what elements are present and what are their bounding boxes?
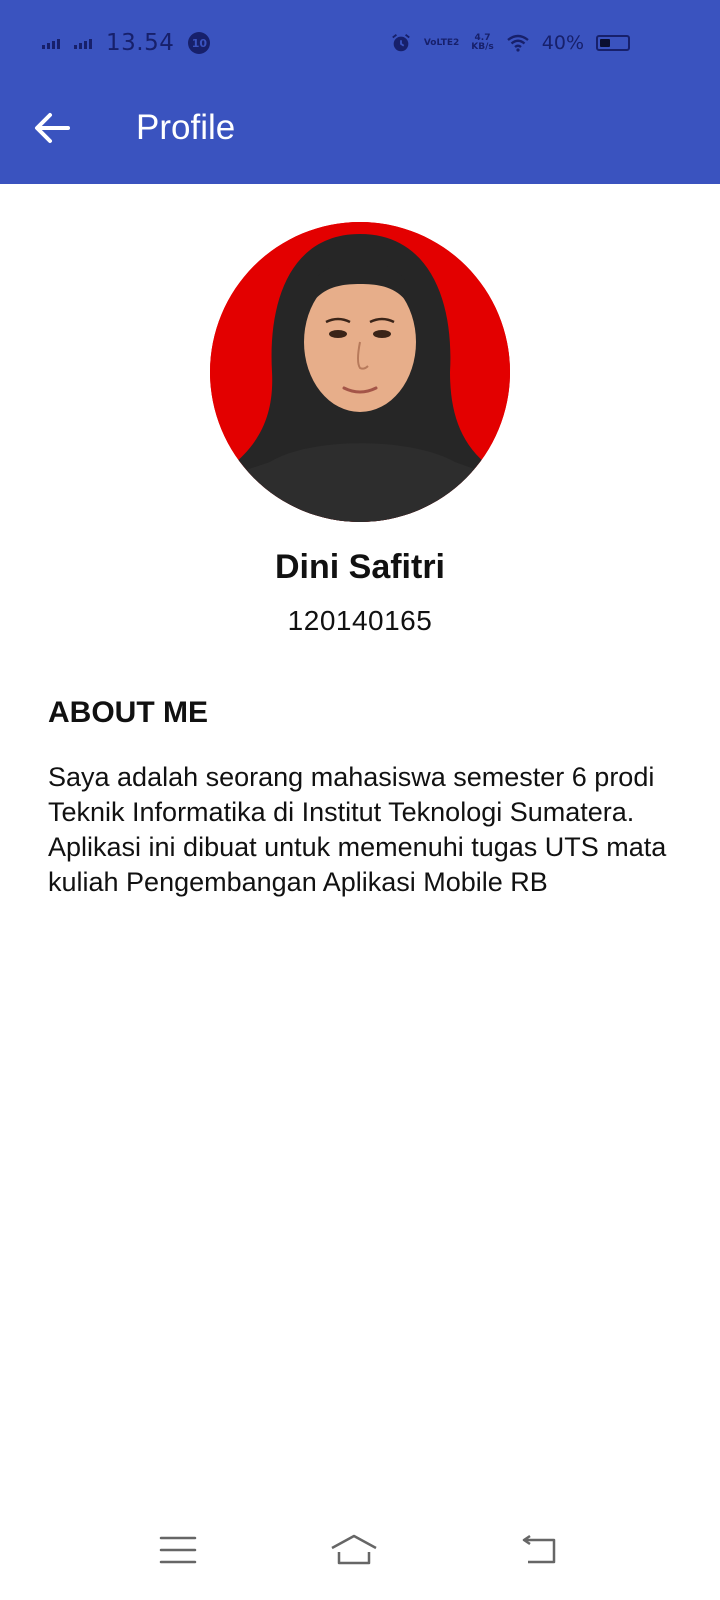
page-title: Profile bbox=[136, 108, 236, 147]
wifi-icon bbox=[507, 34, 529, 52]
signal-icon bbox=[74, 37, 92, 49]
signal-icon bbox=[42, 37, 60, 49]
about-text: Saya adalah seorang mahasiswa semester 6… bbox=[48, 762, 667, 897]
system-nav-bar bbox=[0, 1510, 720, 1600]
back-button[interactable] bbox=[28, 104, 76, 152]
avatar-portrait bbox=[210, 222, 510, 522]
home-icon bbox=[331, 1534, 377, 1565]
status-time: 13.54 bbox=[106, 30, 175, 56]
battery-fill bbox=[600, 39, 610, 47]
alarm-icon bbox=[392, 34, 410, 52]
status-left: 13.54 10 bbox=[42, 28, 211, 58]
status-right: VoLTE2 4.7 KB/s 40% bbox=[390, 28, 630, 58]
back-nav-button[interactable] bbox=[510, 1520, 570, 1580]
profile-id-number: 120140165 bbox=[287, 605, 433, 636]
profile-name: Dini Safitri bbox=[274, 548, 446, 586]
about-heading: ABOUT ME bbox=[48, 696, 208, 729]
arrow-left-icon bbox=[35, 113, 70, 143]
network-speed: 4.7 KB/s bbox=[471, 34, 493, 52]
back-nav-icon bbox=[522, 1534, 556, 1564]
menu-icon bbox=[159, 1536, 197, 1564]
battery-percent: 40% bbox=[541, 32, 584, 54]
status-bar: 13.54 10 VoLTE2 4.7 KB/s 40% bbox=[0, 0, 720, 84]
profile-photo bbox=[210, 222, 510, 522]
menu-button[interactable] bbox=[148, 1520, 208, 1580]
notification-badge: 10 bbox=[188, 32, 211, 54]
network-speed-unit: KB/s bbox=[471, 42, 494, 52]
volte-indicator: VoLTE2 bbox=[423, 37, 460, 48]
home-button[interactable] bbox=[324, 1520, 384, 1580]
battery-icon bbox=[596, 35, 630, 51]
app-bar: 13.54 10 VoLTE2 4.7 KB/s 40% Profile bbox=[0, 0, 720, 184]
